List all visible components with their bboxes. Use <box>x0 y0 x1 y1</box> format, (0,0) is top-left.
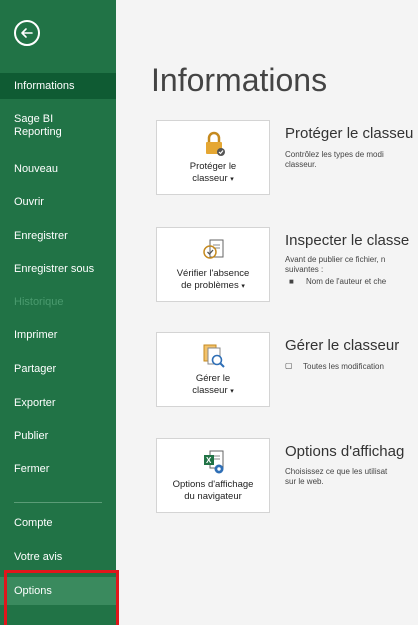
inspect-document-icon <box>203 239 224 259</box>
sidebar-item-sage-bi-reporting[interactable]: Sage BI Reporting <box>0 113 80 139</box>
options-highlight-box <box>4 570 119 625</box>
chevron-down-icon: ▾ <box>230 388 234 395</box>
sidebar-item-imprimer[interactable]: Imprimer <box>0 329 116 342</box>
page-title: Informations <box>151 62 328 98</box>
sidebar-item-informations[interactable]: Informations <box>0 73 116 99</box>
browser-view-label-line2: du navigateur <box>184 491 242 502</box>
inspect-section-title: Inspecter le classe <box>285 232 410 249</box>
sidebar-item-publier[interactable]: Publier <box>0 430 116 443</box>
check-issues-label-line2: de problèmes <box>181 280 239 291</box>
sidebar-item-historique: Historique <box>14 296 64 308</box>
chevron-down-icon: ▾ <box>230 176 234 183</box>
inspect-desc-line1: Avant de publier ce fichier, n <box>285 255 386 264</box>
protect-desc-line1: Contrôlez les types de modi <box>285 150 384 159</box>
chevron-down-icon: ▾ <box>241 283 245 290</box>
browser-view-section-title: Options d'affichag <box>285 443 405 460</box>
manage-section-title: Gérer le classeur <box>285 337 400 354</box>
main-panel: Informations Protéger le classeur ▾ Prot… <box>116 0 418 625</box>
sidebar-item-ouvrir[interactable]: Ouvrir <box>0 196 116 209</box>
sidebar-divider <box>14 502 102 503</box>
manage-label-line2: classeur <box>192 385 228 396</box>
lock-icon <box>206 131 225 156</box>
manage-label-line1: Gérer le <box>195 373 231 384</box>
sidebar-item-enregistrer[interactable]: Enregistrer <box>0 230 116 243</box>
sidebar-item-compte[interactable]: Compte <box>0 517 116 530</box>
sidebar-item-votre-avis[interactable]: Votre avis <box>0 551 116 564</box>
bullet-icon: ■ <box>289 277 294 286</box>
manage-bullet-text: Toutes les modification <box>303 362 384 371</box>
back-arrow-icon[interactable] <box>14 20 40 46</box>
backstage-sidebar: Informations Sage BI Reporting Nouveau O… <box>0 0 116 625</box>
browser-view-desc-line1: Choisissez ce que les utilisat <box>285 467 388 476</box>
protect-label-line1: Protéger le <box>189 161 237 172</box>
check-for-issues-button[interactable]: Vérifier l'absence de problèmes ▾ <box>156 227 270 302</box>
svg-text:X: X <box>206 456 212 465</box>
sidebar-item-exporter[interactable]: Exporter <box>0 397 116 410</box>
sidebar-item-enregistrer-sous[interactable]: Enregistrer sous <box>0 263 116 276</box>
manage-workbook-button[interactable]: Gérer le classeur ▾ <box>156 332 270 407</box>
sidebar-item-fermer[interactable]: Fermer <box>0 463 116 476</box>
protect-workbook-button[interactable]: Protéger le classeur ▾ <box>156 120 270 195</box>
browser-view-icon: X <box>204 450 224 474</box>
sidebar-item-nouveau[interactable]: Nouveau <box>0 163 116 176</box>
protect-section-title: Protéger le classeu <box>285 125 414 142</box>
browser-view-desc-line2: sur le web. <box>285 477 324 486</box>
document-icon: ▢ <box>285 361 293 370</box>
protect-desc-line2: classeur. <box>285 160 317 169</box>
manage-workbook-icon <box>203 344 225 368</box>
protect-label-line2: classeur <box>192 173 228 184</box>
check-issues-label-line1: Vérifier l'absence <box>176 268 250 279</box>
browser-view-label-line1: Options d'affichage <box>172 479 254 490</box>
inspect-bullet-text: Nom de l'auteur et che <box>306 277 387 286</box>
browser-view-options-button[interactable]: X Options d'affichage du navigateur <box>156 438 270 513</box>
inspect-desc-line2: suivantes : <box>285 265 324 274</box>
sidebar-item-partager[interactable]: Partager <box>0 363 116 376</box>
